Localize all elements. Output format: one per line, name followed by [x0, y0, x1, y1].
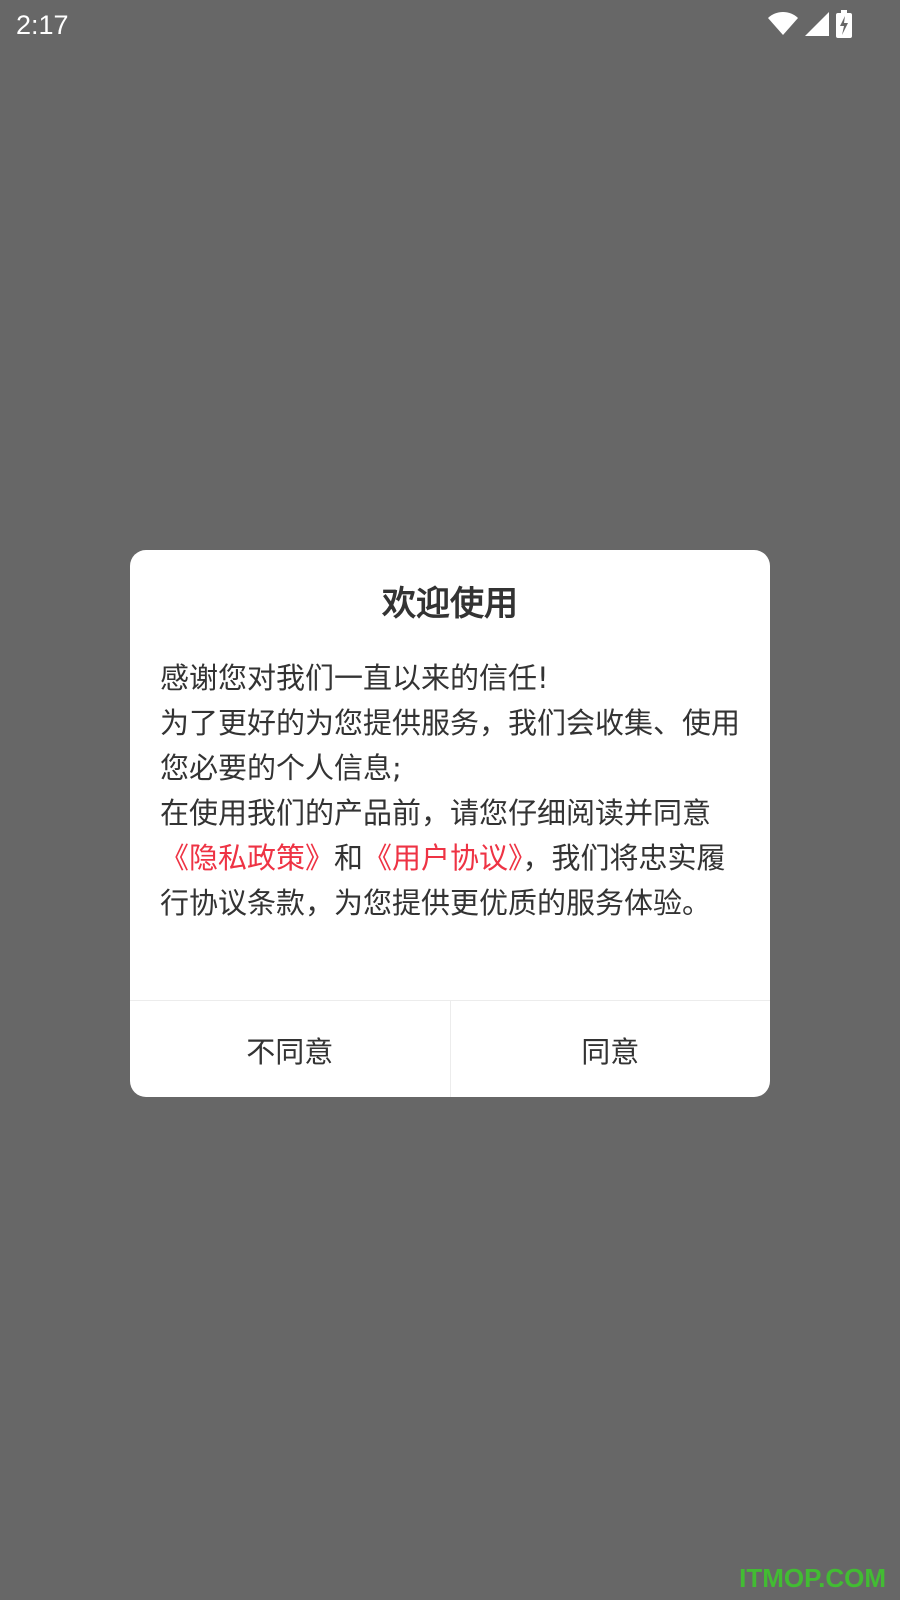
dialog-title: 欢迎使用 [382, 584, 518, 624]
dialog-text-collection: 为了更好的为您提供服务，我们会收集、使用您必要的个人信息; [160, 706, 741, 785]
dialog-text-thanks: 感谢您对我们一直以来的信任! [160, 661, 549, 695]
privacy-consent-dialog: 欢迎使用 感谢您对我们一直以来的信任! 为了更好的为您提供服务，我们会收集、使用… [130, 550, 770, 1097]
watermark: ITMOP.COM [739, 1563, 886, 1593]
status-time: 2:17 [16, 10, 69, 40]
agreement-prefix: 在使用我们的产品前，请您仔细阅读并同意 [160, 796, 712, 830]
and-text: 和 [334, 841, 364, 875]
dialog-body: 感谢您对我们一直以来的信任! 为了更好的为您提供服务，我们会收集、使用您必要的个… [160, 656, 740, 926]
wifi-icon [768, 12, 798, 36]
battery-charging-icon [836, 10, 852, 38]
user-agreement-link[interactable]: 《用户协议》 [363, 841, 523, 875]
cell-signal-icon [804, 11, 830, 37]
dialog-footer: 不同意 同意 [130, 1000, 770, 1097]
status-icons [768, 9, 852, 39]
disagree-button[interactable]: 不同意 [130, 1001, 451, 1097]
agree-button[interactable]: 同意 [451, 1001, 771, 1097]
status-bar: 2:17 [0, 0, 900, 50]
privacy-policy-link[interactable]: 《隐私政策》 [160, 841, 334, 875]
dialog-text-agreement: 在使用我们的产品前，请您仔细阅读并同意《隐私政策》和《用户协议》，我们将忠实履行… [160, 791, 740, 926]
